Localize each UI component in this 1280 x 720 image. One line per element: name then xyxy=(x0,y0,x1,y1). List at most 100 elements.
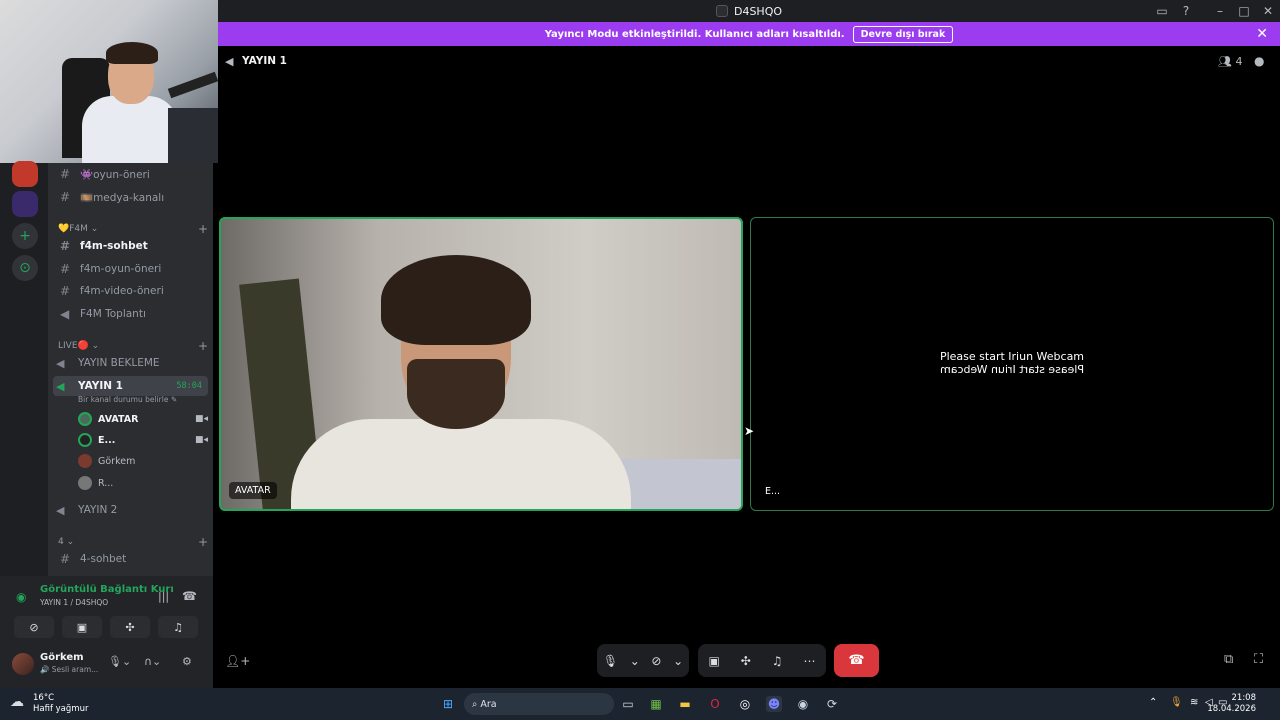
discover-icon[interactable]: ⊙ xyxy=(12,255,38,281)
app-icon[interactable]: ⟳ xyxy=(824,696,840,712)
start-icon[interactable]: ⊞ xyxy=(440,696,456,712)
video-tile-e[interactable]: Please start Iriun Webcam Please start I… xyxy=(750,217,1274,511)
share-screen-button[interactable]: ▣ xyxy=(62,616,102,638)
user-status: 🔊 Sesli aram... xyxy=(40,665,99,674)
voice-connection-channel[interactable]: YAYIN 1 / D4SHQO xyxy=(40,598,108,607)
opera-icon[interactable]: O xyxy=(707,696,723,712)
category-f4m[interactable]: 💛F4M ⌄ + xyxy=(58,222,208,236)
noise-suppression-icon[interactable]: ||| xyxy=(158,590,169,603)
channel-oyun-oneri[interactable]: # 👾oyun-öneri xyxy=(56,164,208,184)
microphone-icon[interactable]: 🎙︎⌄ xyxy=(108,655,131,668)
video-tile-avatar[interactable]: AVATAR xyxy=(219,217,743,511)
activities-button[interactable]: ✣ xyxy=(110,616,150,638)
file-explorer-icon[interactable]: ▬ xyxy=(677,696,693,712)
headphones-icon[interactable]: ∩⌄ xyxy=(144,655,161,668)
category-live[interactable]: LIVE🔴 ⌄ + xyxy=(58,339,208,353)
clock-time[interactable]: 21:08 xyxy=(1232,693,1257,703)
more-options-icon[interactable]: ⋯ xyxy=(804,654,816,668)
voice-user-r[interactable]: R... xyxy=(78,473,208,493)
hash-icon: # xyxy=(60,284,71,298)
channel-f4m-toplanti[interactable]: ◀ F4M Toplantı xyxy=(56,304,208,324)
disconnect-button[interactable]: ☎ xyxy=(834,644,879,677)
toggle-camera-button[interactable]: ⊘ xyxy=(14,616,54,638)
minimize-button[interactable]: – xyxy=(1208,0,1232,22)
obs-icon[interactable]: ◎ xyxy=(737,696,753,712)
chevron-down-icon[interactable]: ⌄ xyxy=(630,654,640,668)
webcam-message: Please start Iriun Webcam Please start I… xyxy=(751,350,1273,376)
activities-icon[interactable]: ✣ xyxy=(741,654,751,668)
disable-streamer-mode-button[interactable]: Devre dışı bırak xyxy=(852,25,954,43)
voice-channel-yayin-bekleme[interactable]: ◀ YAYIN BEKLEME xyxy=(53,353,208,373)
avatar[interactable] xyxy=(12,653,34,675)
settings-gear-icon[interactable]: ⚙ xyxy=(182,655,192,668)
task-view-icon[interactable]: ▭ xyxy=(620,696,636,712)
channel-status-prompt[interactable]: Bir kanal durumu belirle ✎ xyxy=(78,395,177,404)
stage-title: YAYIN 1 xyxy=(242,55,287,67)
clock-date[interactable]: 18.04.2026 xyxy=(1207,704,1256,714)
tile-name-label: AVATAR xyxy=(229,482,277,499)
voice-user-e[interactable]: E... ■◂ xyxy=(78,430,208,450)
hash-icon: # xyxy=(60,552,71,566)
disconnect-icon[interactable]: ☎ xyxy=(182,589,197,603)
channel-f4m-sohbet[interactable]: # f4m-sohbet xyxy=(56,236,208,256)
fullscreen-icon[interactable]: ⛶ xyxy=(1254,652,1263,667)
streamer-webcam-overlay xyxy=(0,0,218,163)
hash-icon: # xyxy=(60,190,71,204)
taskbar-search[interactable]: ⌕ Ara xyxy=(464,693,614,715)
voice-user-avatar[interactable]: AVATAR ■◂ xyxy=(78,409,208,429)
soundboard-icon[interactable]: ♫ xyxy=(772,654,783,668)
speaker-icon: ◀ xyxy=(56,356,65,370)
avatar xyxy=(78,476,92,490)
share-controls: ▣ ✣ ♫ ⋯ xyxy=(698,644,826,677)
voice-channel-yayin-1[interactable]: ◀ YAYIN 1 58:04 xyxy=(53,376,208,396)
discord-icon[interactable]: ☻ xyxy=(766,696,782,712)
server-logo-icon xyxy=(715,5,728,17)
camera-off-icon[interactable]: ⊘ xyxy=(651,654,661,668)
server-icon-2[interactable] xyxy=(12,191,38,217)
inbox-icon[interactable]: ▭ xyxy=(1150,0,1174,22)
speaker-icon: ◀ xyxy=(60,307,70,321)
channel-4-sohbet[interactable]: #4-sohbet xyxy=(56,549,208,569)
audio-video-controls: 🎙︎ ⌄ ⊘ ⌄ xyxy=(597,644,689,677)
add-channel-icon[interactable]: + xyxy=(198,222,208,236)
steam-icon[interactable]: ◉ xyxy=(795,696,811,712)
close-icon[interactable]: ✕ xyxy=(1256,26,1268,42)
channel-f4m-oyun-oneri[interactable]: # f4m-oyun-öneri xyxy=(56,259,208,279)
voice-channel-yayin-2[interactable]: ◀ YAYIN 2 xyxy=(53,500,208,520)
store-icon[interactable]: ▦ xyxy=(648,696,664,712)
participant-count: 4 xyxy=(1235,55,1243,68)
hang-up-icon: ☎ xyxy=(848,653,865,668)
voice-user-gorkem[interactable]: Görkem xyxy=(78,451,208,471)
invite-user-icon[interactable]: 👤︎+ xyxy=(225,654,250,668)
window-title: D4SHQO xyxy=(733,4,783,18)
chat-icon[interactable]: ● xyxy=(1254,54,1264,68)
person-beard xyxy=(407,359,505,429)
weather-icon[interactable]: ☁ xyxy=(10,694,30,712)
chevron-up-icon[interactable]: ⌃ xyxy=(1149,697,1157,708)
participants-icon[interactable]: 👥︎ 4 xyxy=(1218,55,1242,68)
close-window-button[interactable]: ✕ xyxy=(1256,0,1280,22)
search-icon: ⌕ xyxy=(472,698,481,710)
banner-message: Yayıncı Modu etkinleştirildi. Kullanıcı … xyxy=(544,28,845,40)
camera-icon: ■◂ xyxy=(194,435,208,445)
share-screen-icon[interactable]: ▣ xyxy=(708,654,719,668)
add-server-icon[interactable]: + xyxy=(12,223,38,249)
wifi-icon[interactable]: ≋ xyxy=(1190,697,1198,708)
channel-medya-kanali[interactable]: # 🎞️medya-kanalı xyxy=(56,187,208,207)
soundboard-button[interactable]: ♫ xyxy=(158,616,198,638)
chevron-down-icon[interactable]: ⌄ xyxy=(673,654,683,668)
popout-icon[interactable]: ⧉ xyxy=(1224,652,1233,667)
hash-icon: # xyxy=(60,262,71,276)
call-timer: 58:04 xyxy=(176,381,202,391)
speaker-icon: ◀ xyxy=(56,503,65,517)
channel-f4m-video-oneri[interactable]: # f4m-video-öneri xyxy=(56,281,208,301)
add-channel-icon[interactable]: + xyxy=(198,535,208,549)
avatar xyxy=(78,412,92,426)
add-channel-icon[interactable]: + xyxy=(198,339,208,353)
microphone-icon[interactable]: 🎙︎ xyxy=(603,654,618,668)
help-icon[interactable]: ? xyxy=(1174,0,1198,22)
microphone-tray-icon[interactable]: 🎙︎ xyxy=(1170,697,1183,708)
category-4[interactable]: 4 ⌄ + xyxy=(58,535,208,549)
server-icon-1[interactable] xyxy=(12,161,38,187)
maximize-button[interactable]: □ xyxy=(1232,0,1256,22)
